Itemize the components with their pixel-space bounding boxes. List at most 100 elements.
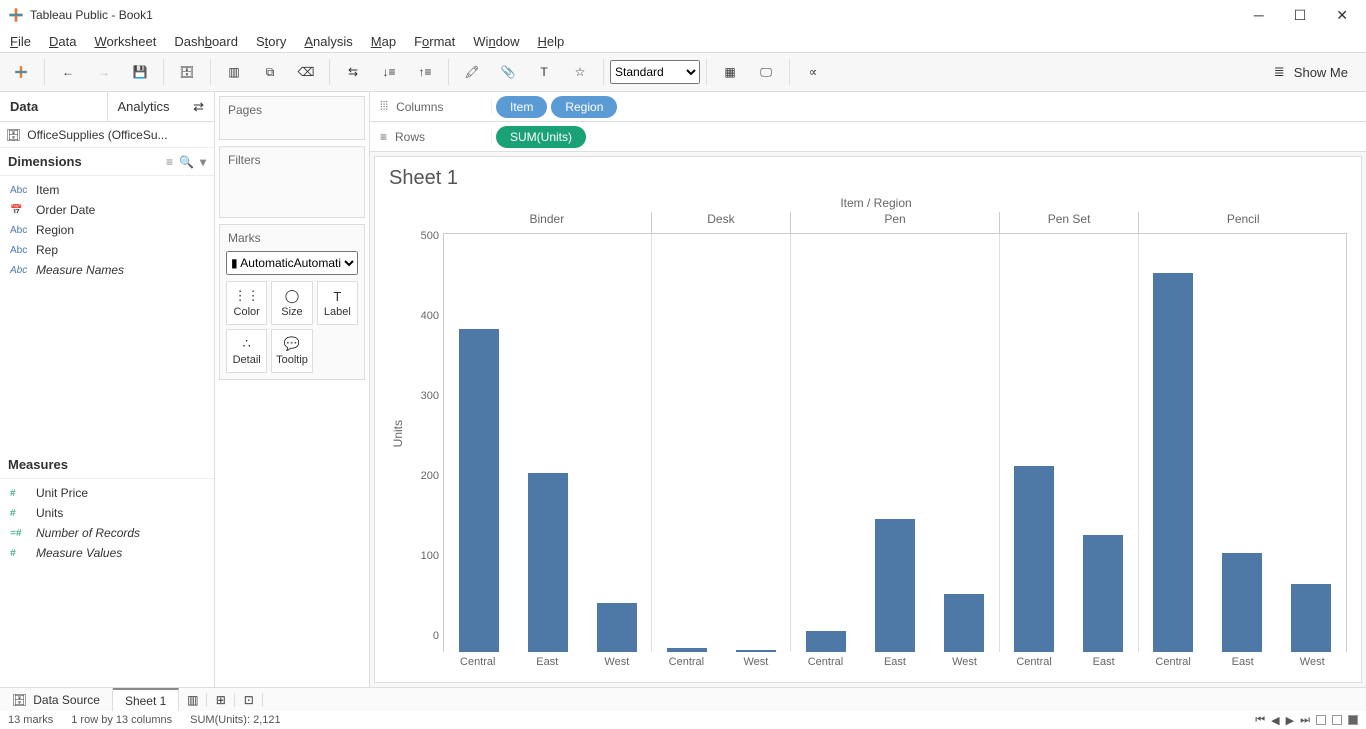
bar-pen-set-central[interactable] — [1014, 466, 1054, 652]
menu-dashboard[interactable]: Dashboard — [174, 34, 238, 49]
nav-next-icon[interactable]: ▶ — [1286, 714, 1294, 727]
menu-file[interactable]: File — [10, 34, 31, 49]
bar-binder-central[interactable] — [459, 329, 499, 652]
group-button[interactable]: 📎 — [491, 56, 525, 88]
region-label[interactable]: West — [582, 652, 652, 672]
column-header-binder[interactable]: Binder — [443, 212, 651, 233]
pin-button[interactable]: ☆ — [563, 56, 597, 88]
nav-prev-icon[interactable]: ◀ — [1271, 714, 1279, 727]
region-label[interactable]: East — [513, 652, 583, 672]
region-label[interactable]: Central — [1138, 652, 1208, 672]
filters-card[interactable]: Filters — [219, 146, 365, 218]
region-label[interactable]: Central — [999, 652, 1069, 672]
column-header-pen-set[interactable]: Pen Set — [999, 212, 1138, 233]
bar-binder-west[interactable] — [597, 603, 637, 652]
new-sheet-button[interactable]: ▥ — [179, 693, 207, 707]
bar-pen-set-east[interactable] — [1083, 535, 1123, 652]
dimension-region[interactable]: AbcRegion — [0, 220, 214, 240]
show-me-button[interactable]: ≣ Show Me — [1274, 64, 1362, 80]
bar-pencil-west[interactable] — [1291, 584, 1331, 652]
menu-window[interactable]: Window — [473, 34, 519, 49]
fit-dropdown[interactable]: Standard — [610, 60, 700, 84]
menu-data[interactable]: Data — [49, 34, 76, 49]
dimension-measure-names[interactable]: AbcMeasure Names — [0, 260, 214, 280]
region-label[interactable]: Central — [791, 652, 861, 672]
region-label[interactable]: East — [1208, 652, 1278, 672]
columns-shelf[interactable]: ItemRegion — [492, 96, 621, 118]
marks-size-button[interactable]: ◯Size — [271, 281, 312, 325]
measure-measure-values[interactable]: #Measure Values — [0, 543, 214, 563]
data-source-tab[interactable]: 🗄Data Source — [0, 688, 113, 711]
marks-type-dropdown[interactable]: ▮ AutomaticAutomatic — [226, 251, 358, 275]
region-label[interactable]: West — [1277, 652, 1347, 672]
duplicate-button[interactable]: ⧉ — [253, 56, 287, 88]
pill-region[interactable]: Region — [551, 96, 617, 118]
region-label[interactable]: East — [860, 652, 930, 672]
menu-story[interactable]: Story — [256, 34, 286, 49]
new-datasource-button[interactable]: 🗄 — [170, 56, 204, 88]
menu-format[interactable]: Format — [414, 34, 455, 49]
close-button[interactable]: ✕ — [1336, 7, 1348, 24]
menu-map[interactable]: Map — [371, 34, 396, 49]
nav-first-icon[interactable]: ⏮ — [1255, 714, 1265, 727]
menu-analysis[interactable]: Analysis — [304, 34, 352, 49]
marks-detail-button[interactable]: ∴Detail — [226, 329, 267, 373]
menu-help[interactable]: Help — [538, 34, 565, 49]
minimize-button[interactable]: ─ — [1254, 7, 1264, 23]
region-label[interactable]: West — [721, 652, 791, 672]
tab-data[interactable]: Data — [0, 92, 108, 121]
bar-binder-east[interactable] — [528, 473, 568, 652]
measure-number-of-records[interactable]: =#Number of Records — [0, 523, 214, 543]
pages-card[interactable]: Pages — [219, 96, 365, 140]
sort-desc-button[interactable]: ↑≡ — [408, 56, 442, 88]
marks-tooltip-button[interactable]: 💬Tooltip — [271, 329, 312, 373]
maximize-button[interactable]: ☐ — [1294, 7, 1307, 24]
measure-units[interactable]: #Units — [0, 503, 214, 523]
column-header-pencil[interactable]: Pencil — [1138, 212, 1347, 233]
view-cards-button[interactable]: ▦ — [713, 56, 747, 88]
new-story-button[interactable]: ⊡ — [235, 693, 263, 707]
sort-asc-button[interactable]: ↓≡ — [372, 56, 406, 88]
clear-button[interactable]: ⌫ — [289, 56, 323, 88]
bar-pencil-east[interactable] — [1222, 553, 1262, 652]
sheet1-tab[interactable]: Sheet 1 — [113, 688, 179, 711]
bar-pencil-central[interactable] — [1153, 273, 1193, 652]
nav-last-icon[interactable]: ⏭ — [1300, 714, 1310, 727]
region-label[interactable]: West — [930, 652, 1000, 672]
menu-dropdown-icon[interactable]: ▾ — [200, 155, 206, 169]
column-header-desk[interactable]: Desk — [651, 212, 790, 233]
redo-button[interactable]: → — [87, 56, 121, 88]
filmstrip-icon[interactable] — [1348, 715, 1358, 725]
region-label[interactable]: Central — [443, 652, 513, 672]
rows-shelf[interactable]: SUM(Units) — [492, 126, 590, 148]
search-icon[interactable]: 🔍 — [179, 155, 194, 169]
bar-desk-west[interactable] — [736, 650, 776, 652]
undo-button[interactable]: ← — [51, 56, 85, 88]
sheet-title[interactable]: Sheet 1 — [375, 157, 1361, 190]
highlight-button[interactable]: 🖍 — [455, 56, 489, 88]
list-view-icon[interactable] — [1332, 715, 1342, 725]
share-button[interactable]: ∝ — [796, 56, 830, 88]
marks-label-button[interactable]: TLabel — [317, 281, 358, 325]
swap-button[interactable]: ⇆ — [336, 56, 370, 88]
save-button[interactable]: 💾 — [123, 56, 157, 88]
dimension-item[interactable]: AbcItem — [0, 180, 214, 200]
datasource-item[interactable]: 🗄 OfficeSupplies (OfficeSu... — [0, 122, 214, 148]
bar-pen-east[interactable] — [875, 519, 915, 652]
presentation-button[interactable]: 🖵 — [749, 56, 783, 88]
dimension-order-date[interactable]: 📅Order Date — [0, 200, 214, 220]
tab-analytics[interactable]: Analytics⇄ — [108, 92, 215, 121]
column-header-pen[interactable]: Pen — [790, 212, 999, 233]
view-list-icon[interactable]: ≡ — [166, 155, 173, 169]
pill-item[interactable]: Item — [496, 96, 547, 118]
label-button[interactable]: T — [527, 56, 561, 88]
pill-sumunits[interactable]: SUM(Units) — [496, 126, 586, 148]
menu-worksheet[interactable]: Worksheet — [94, 34, 156, 49]
marks-color-button[interactable]: ⋮⋮Color — [226, 281, 267, 325]
bar-desk-central[interactable] — [667, 648, 707, 652]
measure-unit-price[interactable]: #Unit Price — [0, 483, 214, 503]
new-worksheet-button[interactable]: ▥ — [217, 56, 251, 88]
region-label[interactable]: East — [1069, 652, 1139, 672]
new-dashboard-button[interactable]: ⊞ — [207, 693, 235, 707]
region-label[interactable]: Central — [652, 652, 722, 672]
